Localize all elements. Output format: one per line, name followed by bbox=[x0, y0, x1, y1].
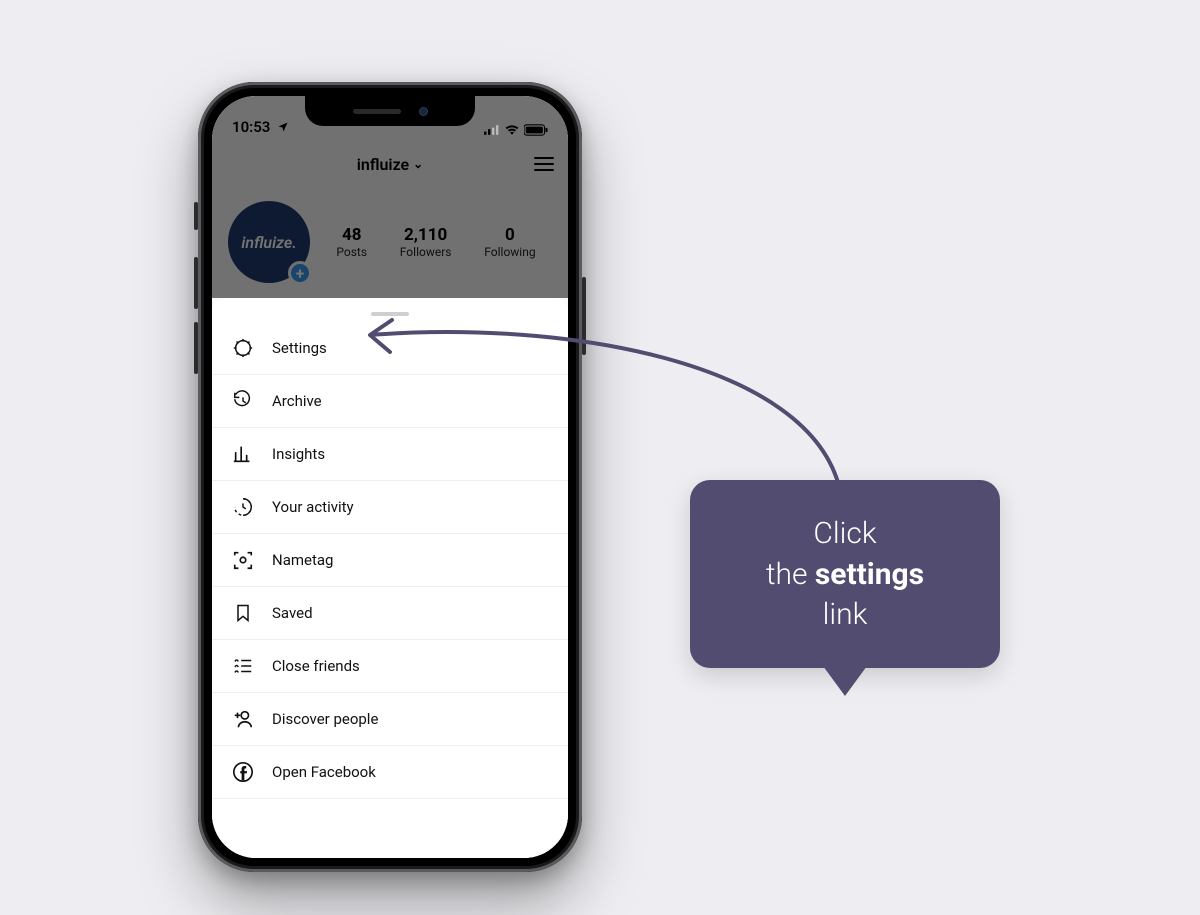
menu-label: Insights bbox=[272, 445, 325, 463]
menu-item-settings[interactable]: Settings bbox=[212, 322, 568, 375]
insights-icon bbox=[232, 443, 254, 465]
menu-list: Settings Archive bbox=[212, 322, 568, 799]
location-arrow-icon bbox=[275, 121, 291, 133]
menu-item-saved[interactable]: Saved bbox=[212, 587, 568, 640]
clock-icon bbox=[232, 496, 254, 518]
phone-power-button bbox=[582, 277, 586, 355]
menu-label: Archive bbox=[272, 392, 322, 410]
phone-frame: 10:53 bbox=[198, 82, 582, 872]
phone-screen: 10:53 bbox=[212, 96, 568, 858]
menu-label: Open Facebook bbox=[272, 763, 376, 781]
archive-icon bbox=[232, 390, 254, 412]
menu-label: Discover people bbox=[272, 710, 378, 728]
callout-line3: link bbox=[720, 595, 970, 636]
menu-item-insights[interactable]: Insights bbox=[212, 428, 568, 481]
sheet-handle[interactable] bbox=[371, 312, 409, 316]
facebook-icon bbox=[232, 761, 254, 783]
phone-volume-down bbox=[194, 322, 198, 374]
battery-icon bbox=[524, 124, 548, 136]
wifi-icon bbox=[504, 124, 520, 136]
callout-line1: Click bbox=[720, 514, 970, 555]
menu-item-close-friends[interactable]: Close friends bbox=[212, 640, 568, 693]
menu-sheet: Settings Archive bbox=[212, 298, 568, 858]
discover-people-icon bbox=[232, 708, 254, 730]
phone-notch bbox=[305, 96, 475, 126]
menu-item-your-activity[interactable]: Your activity bbox=[212, 481, 568, 534]
menu-label: Settings bbox=[272, 339, 327, 357]
menu-item-open-facebook[interactable]: Open Facebook bbox=[212, 746, 568, 799]
phone-mute-switch bbox=[194, 202, 198, 230]
instruction-callout: Click the settings link bbox=[690, 480, 1000, 668]
nametag-icon bbox=[232, 549, 254, 571]
menu-label: Saved bbox=[272, 604, 313, 622]
menu-label: Your activity bbox=[272, 498, 354, 516]
phone-volume-up bbox=[194, 257, 198, 309]
menu-label: Close friends bbox=[272, 657, 360, 675]
menu-item-discover-people[interactable]: Discover people bbox=[212, 693, 568, 746]
callout-line2: the settings bbox=[720, 555, 970, 596]
bookmark-icon bbox=[232, 602, 254, 624]
status-time: 10:53 bbox=[232, 118, 270, 136]
close-friends-icon bbox=[232, 655, 254, 677]
menu-item-nametag[interactable]: Nametag bbox=[212, 534, 568, 587]
settings-icon bbox=[232, 337, 254, 359]
menu-label: Nametag bbox=[272, 551, 333, 569]
menu-item-archive[interactable]: Archive bbox=[212, 375, 568, 428]
cellular-icon bbox=[484, 124, 500, 136]
